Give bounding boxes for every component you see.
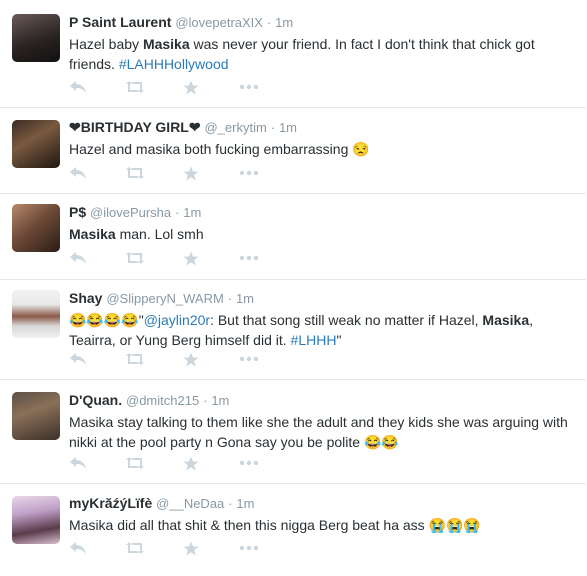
- timestamp[interactable]: 1m: [279, 120, 297, 135]
- display-name[interactable]: myKrăźýLïfè: [69, 495, 152, 511]
- avatar[interactable]: [12, 14, 60, 62]
- tweet-header: myKrăźýLïfè @__NeDaa · 1m: [69, 494, 576, 513]
- reply-icon[interactable]: [69, 541, 99, 561]
- highlighted-keyword: Masika: [142, 36, 190, 52]
- display-name[interactable]: P Saint Laurent: [69, 14, 171, 30]
- separator: ·: [266, 15, 272, 30]
- avatar[interactable]: [12, 290, 60, 338]
- more-icon[interactable]: [239, 166, 269, 186]
- retweet-icon[interactable]: [124, 456, 154, 476]
- retweet-icon[interactable]: [124, 80, 154, 100]
- timestamp[interactable]: 1m: [183, 205, 201, 220]
- tweet-header: P Saint Laurent @lovepetraXIX · 1m: [69, 13, 576, 32]
- text-segment: Masika stay talking to them like she the…: [69, 414, 568, 450]
- hashtag-link[interactable]: #LHHH: [291, 332, 337, 348]
- retweet-icon[interactable]: [124, 541, 154, 561]
- timestamp[interactable]: 1m: [236, 291, 254, 306]
- text-segment: : But that song still weak no matter if …: [210, 312, 483, 328]
- tweet-text: Hazel and masika both fucking embarrassi…: [69, 139, 576, 159]
- text-segment: Masika did all that shit & then this nig…: [69, 517, 429, 533]
- tweet-text: Masika did all that shit & then this nig…: [69, 515, 576, 535]
- laughing-emoji: 😂😂: [363, 434, 399, 450]
- tweet[interactable]: ❤BIRTHDAY GIRL❤ @_erkytim · 1m Hazel and…: [0, 108, 586, 194]
- favorite-icon[interactable]: [183, 541, 213, 561]
- username[interactable]: @dmitch215: [126, 393, 199, 408]
- tweet-text: Hazel baby Masika was never your friend.…: [69, 34, 576, 74]
- tweet-header: P$ @ilovePursha · 1m: [69, 203, 576, 222]
- favorite-icon[interactable]: [183, 352, 213, 372]
- username[interactable]: @_erkytim: [204, 120, 266, 135]
- reply-icon[interactable]: [69, 456, 99, 476]
- text-segment: Hazel and masika both fucking embarrassi…: [69, 141, 353, 157]
- more-icon[interactable]: [239, 251, 269, 271]
- reply-icon[interactable]: [69, 251, 99, 271]
- tweet[interactable]: P Saint Laurent @lovepetraXIX · 1m Hazel…: [0, 0, 586, 108]
- tweet[interactable]: D'Quan. @dmitch215 · 1m Masika stay talk…: [0, 380, 586, 484]
- display-name[interactable]: D'Quan.: [69, 392, 122, 408]
- highlighted-keyword: Masika: [69, 226, 116, 242]
- avatar[interactable]: [12, 496, 60, 544]
- reply-icon[interactable]: [69, 352, 99, 372]
- unamused-emoji: 😒: [352, 141, 370, 157]
- retweet-icon[interactable]: [124, 251, 154, 271]
- tweet[interactable]: Shay @SlipperyN_WARM · 1m 😂😂😂😂"@jaylin20…: [0, 280, 586, 380]
- timestamp[interactable]: 1m: [236, 496, 254, 511]
- hashtag-link[interactable]: #LAHHHollywood: [119, 56, 229, 72]
- retweet-icon[interactable]: [124, 166, 154, 186]
- reply-icon[interactable]: [69, 80, 99, 100]
- username[interactable]: @SlipperyN_WARM: [106, 291, 223, 306]
- display-name[interactable]: P$: [69, 204, 86, 220]
- tweet-header: ❤BIRTHDAY GIRL❤ @_erkytim · 1m: [69, 118, 576, 137]
- text-segment: ": [336, 332, 342, 348]
- separator: ·: [270, 120, 276, 135]
- mention-link[interactable]: @jaylin20r: [144, 312, 210, 328]
- separator: ·: [175, 205, 180, 220]
- username[interactable]: @__NeDaa: [156, 496, 224, 511]
- separator: ·: [227, 291, 233, 306]
- favorite-icon[interactable]: [183, 251, 213, 271]
- timestamp[interactable]: 1m: [211, 393, 229, 408]
- highlighted-keyword: Masika: [482, 312, 530, 328]
- tweet-text: Masika man. Lol smh: [69, 224, 576, 244]
- text-segment: Hazel baby: [69, 36, 143, 52]
- favorite-icon[interactable]: [183, 80, 213, 100]
- tweet-timeline: P Saint Laurent @lovepetraXIX · 1m Hazel…: [0, 0, 587, 576]
- tweet-header: Shay @SlipperyN_WARM · 1m: [69, 289, 576, 308]
- tweet-text: Masika stay talking to them like she the…: [69, 412, 576, 452]
- separator: ·: [203, 393, 208, 408]
- avatar[interactable]: [12, 204, 60, 252]
- tweet-header: D'Quan. @dmitch215 · 1m: [69, 391, 576, 410]
- display-name[interactable]: Shay: [69, 290, 102, 306]
- retweet-icon[interactable]: [124, 352, 154, 372]
- timestamp[interactable]: 1m: [275, 15, 293, 30]
- crying-emoji: 😭😭😭: [428, 517, 481, 533]
- tweet-text: 😂😂😂😂"@jaylin20r: But that song still wea…: [69, 310, 576, 350]
- text-segment: 😂😂😂😂": [69, 312, 144, 328]
- tweet[interactable]: myKrăźýLïfè @__NeDaa · 1m Masika did all…: [0, 484, 586, 576]
- avatar[interactable]: [12, 392, 60, 440]
- tweet[interactable]: P$ @ilovePursha · 1m Masika man. Lol smh: [0, 194, 586, 280]
- more-icon[interactable]: [239, 541, 269, 561]
- display-name[interactable]: ❤BIRTHDAY GIRL❤: [69, 119, 201, 135]
- more-icon[interactable]: [239, 80, 269, 100]
- username[interactable]: @ilovePursha: [90, 205, 171, 220]
- reply-icon[interactable]: [69, 166, 99, 186]
- avatar[interactable]: [12, 120, 60, 168]
- text-segment: man. Lol smh: [115, 226, 204, 242]
- more-icon[interactable]: [239, 352, 269, 372]
- username[interactable]: @lovepetraXIX: [175, 15, 263, 30]
- more-icon[interactable]: [239, 456, 269, 476]
- separator: ·: [228, 496, 233, 511]
- favorite-icon[interactable]: [183, 456, 213, 476]
- favorite-icon[interactable]: [183, 166, 213, 186]
